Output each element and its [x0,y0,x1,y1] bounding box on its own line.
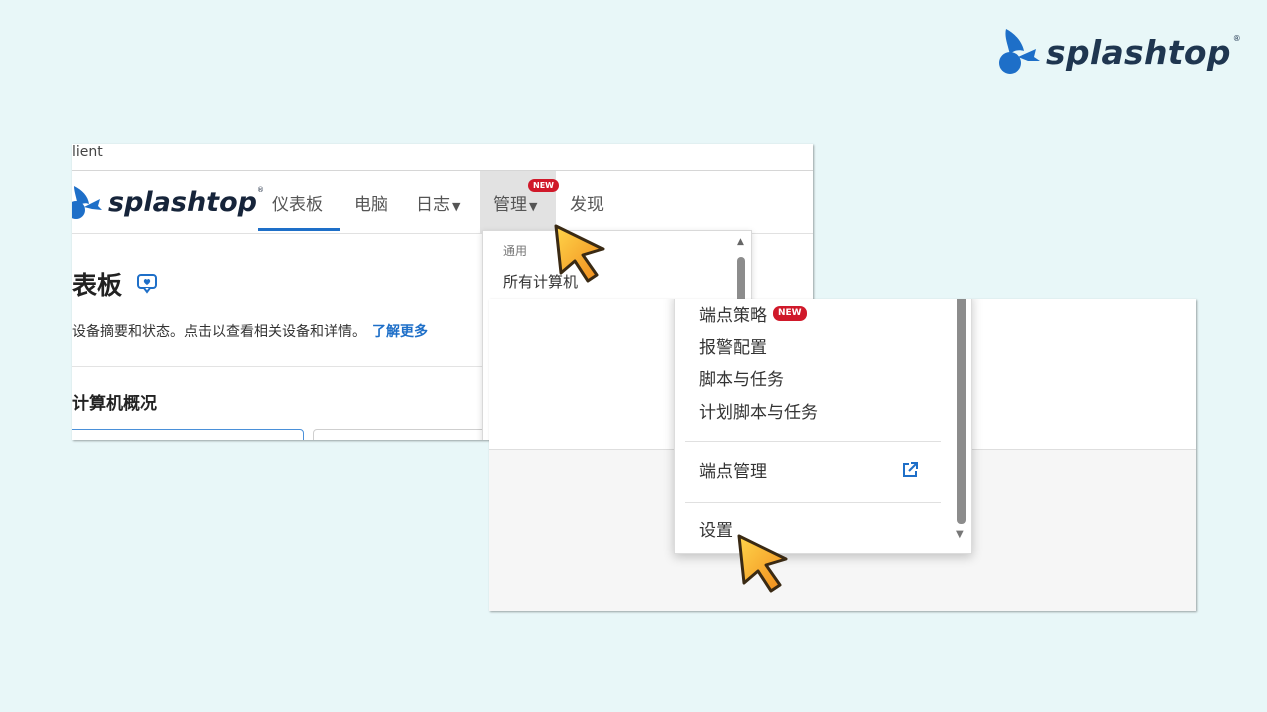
cursor-arrow-icon [554,224,605,283]
brand-name: splashtop [1046,32,1231,72]
window-title: lient [72,144,103,160]
menu-item-label: 计划脚本与任务 [699,403,818,423]
menu-item-label: 设置 [699,521,733,541]
external-link-icon[interactable] [901,461,919,479]
chat-heart-icon[interactable] [136,272,158,294]
nav-computers[interactable]: 电脑 [354,190,388,215]
menu-item-label: 脚本与任务 [699,370,784,390]
menu-item-label: 端点策略 [699,306,767,326]
menu-item-endpoint-management[interactable]: 端点管理 [699,457,767,482]
menu-item-label: 报警配置 [699,338,767,358]
page-title: 表板 [72,271,123,300]
brand-reg-mark: ® [1232,33,1241,43]
menu-item-scripts-tasks[interactable]: 脚本与任务 [699,365,784,390]
nav-logo-text: splashtop [108,186,257,218]
menu-item-endpoint-policy[interactable]: 端点策略 NEW [699,301,807,326]
menu-divider [685,441,941,442]
learn-more-link[interactable]: 了解更多 [372,324,428,340]
scrollbar-thumb[interactable] [957,299,966,524]
nav-logo-reg: ® [256,186,264,194]
window-title-bar: lient [72,144,813,171]
page-description: 设备摘要和状态。点击以查看相关设备和详情。 了解更多 [72,321,428,341]
menu-item-alert-config[interactable]: 报警配置 [699,333,767,358]
management-menu: 端点策略 NEW 报警配置 脚本与任务 计划脚本与任务 端点管理 设置 ▼ [674,299,972,554]
new-badge: NEW [528,179,559,192]
nav-logs-label: 日志 [416,195,450,215]
nav-dashboard[interactable]: 仪表板 [272,190,323,215]
nav-logs[interactable]: 日志 ▼ [416,190,460,215]
overview-card[interactable] [72,429,304,440]
caret-down-icon: ▼ [452,200,461,213]
scroll-up-arrow-icon[interactable]: ▲ [737,237,744,247]
section-title: 计算机概况 [72,394,157,414]
nav-management[interactable]: 管理 ▼ [493,190,537,215]
caret-down-icon: ▼ [529,200,538,213]
menu-item-label: 端点管理 [699,462,767,482]
splashtop-logo-icon [999,29,1040,74]
menu-item-settings[interactable]: 设置 [699,516,733,541]
menu-divider [685,502,941,503]
nav-management-label: 管理 [493,195,527,215]
scroll-down-arrow-icon[interactable]: ▼ [956,529,964,540]
nav-discover[interactable]: 发现 [570,190,604,215]
new-badge: NEW [773,306,807,321]
top-nav: splashtop ® 仪表板 电脑 日志 ▼ 管理 ▼ NEW 发现 [72,171,813,234]
dropdown-group-label: 通用 [503,244,528,258]
nav-logo[interactable]: splashtop ® [72,183,264,221]
nav-active-indicator [258,228,340,231]
section-divider [72,366,492,367]
management-menu-screenshot: 端点策略 NEW 报警配置 脚本与任务 计划脚本与任务 端点管理 设置 ▼ [489,299,1196,611]
splashtop-logo-icon [72,186,102,219]
cursor-arrow-icon [737,534,788,593]
brand-logo: splashtop ® [996,24,1248,80]
menu-item-scheduled-scripts[interactable]: 计划脚本与任务 [699,398,818,423]
page-description-text: 设备摘要和状态。点击以查看相关设备和详情。 [72,324,366,340]
